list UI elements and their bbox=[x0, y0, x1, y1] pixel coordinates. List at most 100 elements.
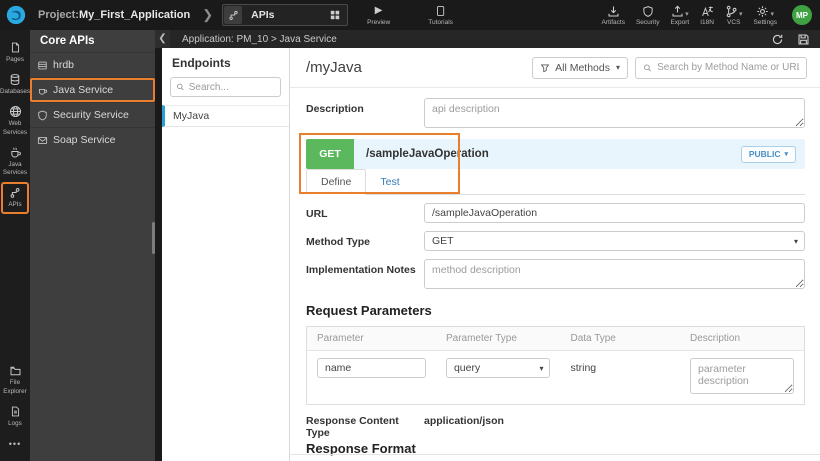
implementation-notes-textarea[interactable] bbox=[424, 259, 805, 289]
vcs-button[interactable]: ▾ VCS bbox=[725, 5, 743, 26]
endpoints-title: Endpoints bbox=[172, 56, 231, 70]
databases-icon bbox=[9, 73, 21, 86]
response-content-type-value: application/json bbox=[424, 415, 504, 427]
funnel-icon bbox=[540, 63, 550, 72]
method-search-input[interactable] bbox=[657, 62, 799, 73]
core-apis-item-hrdb[interactable]: hrdb bbox=[30, 52, 155, 77]
workspace-label: APIs bbox=[251, 9, 275, 21]
java-services-icon bbox=[9, 146, 22, 159]
i18n-button[interactable]: I18N bbox=[700, 5, 714, 26]
artifacts-download-icon bbox=[607, 5, 620, 18]
workspace-switcher[interactable]: APIs bbox=[222, 4, 349, 26]
user-avatar[interactable]: MP bbox=[792, 5, 812, 25]
topbar: Project:My_First_Application ❯ APIs ▶ Pr… bbox=[0, 0, 820, 30]
grid-icon[interactable] bbox=[329, 9, 341, 21]
brand-logo-icon[interactable] bbox=[4, 3, 28, 27]
play-icon: ▶ bbox=[374, 5, 383, 16]
export-upload-icon bbox=[672, 5, 683, 16]
left-rail: Pages Databases Web Services Java Servic… bbox=[0, 30, 30, 461]
file-explorer-icon bbox=[9, 364, 22, 377]
sidebar-item-pages[interactable]: Pages bbox=[1, 37, 29, 69]
security-shield-icon bbox=[642, 5, 654, 18]
core-apis-item-soap-service[interactable]: Soap Service bbox=[30, 127, 155, 152]
search-icon bbox=[176, 83, 184, 91]
description-textarea[interactable] bbox=[424, 98, 805, 128]
project-prefix: Project: bbox=[38, 9, 79, 21]
url-input[interactable] bbox=[424, 203, 805, 223]
caret-down-icon: ▾ bbox=[738, 10, 743, 18]
vcs-branch-icon bbox=[726, 5, 737, 17]
table-row: query ▾ string bbox=[307, 351, 805, 405]
collapse-panel-button[interactable]: ❮ bbox=[155, 30, 170, 48]
operation-tabs: Define Test bbox=[306, 169, 805, 195]
operation-row[interactable]: GET /sampleJavaOperation PUBLIC ▾ bbox=[306, 139, 805, 169]
artifacts-button[interactable]: Artifacts bbox=[601, 5, 625, 26]
column-header: Parameter bbox=[306, 326, 436, 351]
tab-define[interactable]: Define bbox=[306, 169, 367, 195]
description-label: Description bbox=[306, 103, 364, 115]
breadcrumb-bar: ❮ Application: PM_10 > Java Service bbox=[155, 30, 820, 48]
topbar-center: ▶ Preview Tutorials bbox=[367, 0, 453, 30]
endpoints-panel: Endpoints MyJava bbox=[162, 48, 290, 461]
core-apis-item-security-service[interactable]: Security Service bbox=[30, 102, 155, 127]
all-methods-filter-button[interactable]: All Methods ▾ bbox=[532, 56, 628, 79]
caret-down-icon: ▾ bbox=[770, 10, 774, 18]
topbar-actions: Artifacts Security ▾ Export I18N ▾ VCS ▾… bbox=[601, 5, 812, 26]
sidebar-item-file-explorer[interactable]: File Explorer bbox=[1, 360, 29, 400]
visibility-public-button[interactable]: PUBLIC ▾ bbox=[740, 145, 796, 163]
method-search bbox=[635, 56, 807, 79]
i18n-translate-icon bbox=[701, 5, 714, 18]
sidebar-item-logs[interactable]: Logs bbox=[1, 401, 29, 433]
save-button[interactable] bbox=[797, 33, 810, 46]
export-button[interactable]: ▾ Export bbox=[670, 5, 689, 26]
apis-icon bbox=[9, 186, 21, 199]
parameter-description-textarea[interactable] bbox=[689, 358, 794, 394]
sidebar-item-java-services[interactable]: Java Services bbox=[1, 142, 29, 182]
sidebar-item-apis[interactable]: APIs bbox=[1, 182, 29, 214]
request-parameters-table: Parameter Parameter Type Data Type Descr… bbox=[306, 326, 805, 405]
page-title: /myJava bbox=[306, 59, 362, 76]
core-apis-title: Core APIs bbox=[40, 35, 95, 47]
tutorials-button[interactable]: Tutorials bbox=[428, 5, 453, 26]
caret-down-icon: ▾ bbox=[793, 236, 798, 246]
caret-down-icon: ▾ bbox=[784, 151, 788, 158]
more-icon[interactable]: ••• bbox=[9, 433, 21, 455]
endpoint-item-myjava[interactable]: MyJava bbox=[162, 105, 289, 127]
java-coffee-icon bbox=[37, 85, 48, 96]
endpoints-search-input[interactable] bbox=[188, 81, 275, 93]
parameter-name-input[interactable] bbox=[317, 358, 426, 378]
column-header: Parameter Type bbox=[435, 326, 561, 351]
implementation-notes-label: Implementation Notes bbox=[306, 264, 416, 276]
request-parameters-title: Request Parameters bbox=[306, 303, 432, 318]
panel-resizer[interactable] bbox=[155, 48, 162, 461]
url-label: URL bbox=[306, 208, 328, 220]
sidebar-item-databases[interactable]: Databases bbox=[0, 69, 30, 101]
save-floppy-icon bbox=[798, 34, 809, 44]
project-label: Project:My_First_Application bbox=[38, 9, 190, 21]
project-name: My_First_Application bbox=[78, 9, 191, 21]
tab-test[interactable]: Test bbox=[366, 169, 413, 194]
pages-icon bbox=[10, 41, 21, 54]
panel-scrollbar-thumb[interactable] bbox=[152, 222, 155, 254]
operation-path: /sampleJavaOperation bbox=[366, 148, 489, 160]
preview-button[interactable]: ▶ Preview bbox=[367, 5, 390, 26]
core-apis-panel: Core APIs hrdb Java Service Security Ser… bbox=[30, 30, 155, 461]
studio-app: Project:My_First_Application ❯ APIs ▶ Pr… bbox=[0, 0, 820, 461]
parameter-type-select[interactable]: query ▾ bbox=[445, 358, 551, 378]
apis-workspace-icon bbox=[224, 6, 243, 24]
chevron-right-icon: ❯ bbox=[202, 7, 214, 22]
sidebar-item-web-services[interactable]: Web Services bbox=[1, 101, 29, 141]
settings-button[interactable]: ▾ Settings bbox=[754, 5, 777, 26]
method-type-select[interactable]: GET ▾ bbox=[424, 231, 805, 251]
breadcrumb: Application: PM_10 > Java Service bbox=[182, 33, 337, 45]
search-icon bbox=[644, 63, 652, 72]
core-apis-item-java-service[interactable]: Java Service bbox=[30, 77, 155, 102]
caret-down-icon: ▾ bbox=[685, 10, 689, 18]
refresh-icon bbox=[772, 34, 783, 44]
security-button[interactable]: Security bbox=[636, 5, 659, 26]
soap-envelope-icon bbox=[37, 135, 48, 146]
caret-down-icon: ▾ bbox=[615, 63, 620, 72]
refresh-button[interactable] bbox=[771, 33, 784, 46]
endpoints-search bbox=[170, 77, 281, 97]
main-content: /myJava All Methods ▾ Search by Method N… bbox=[290, 48, 820, 461]
